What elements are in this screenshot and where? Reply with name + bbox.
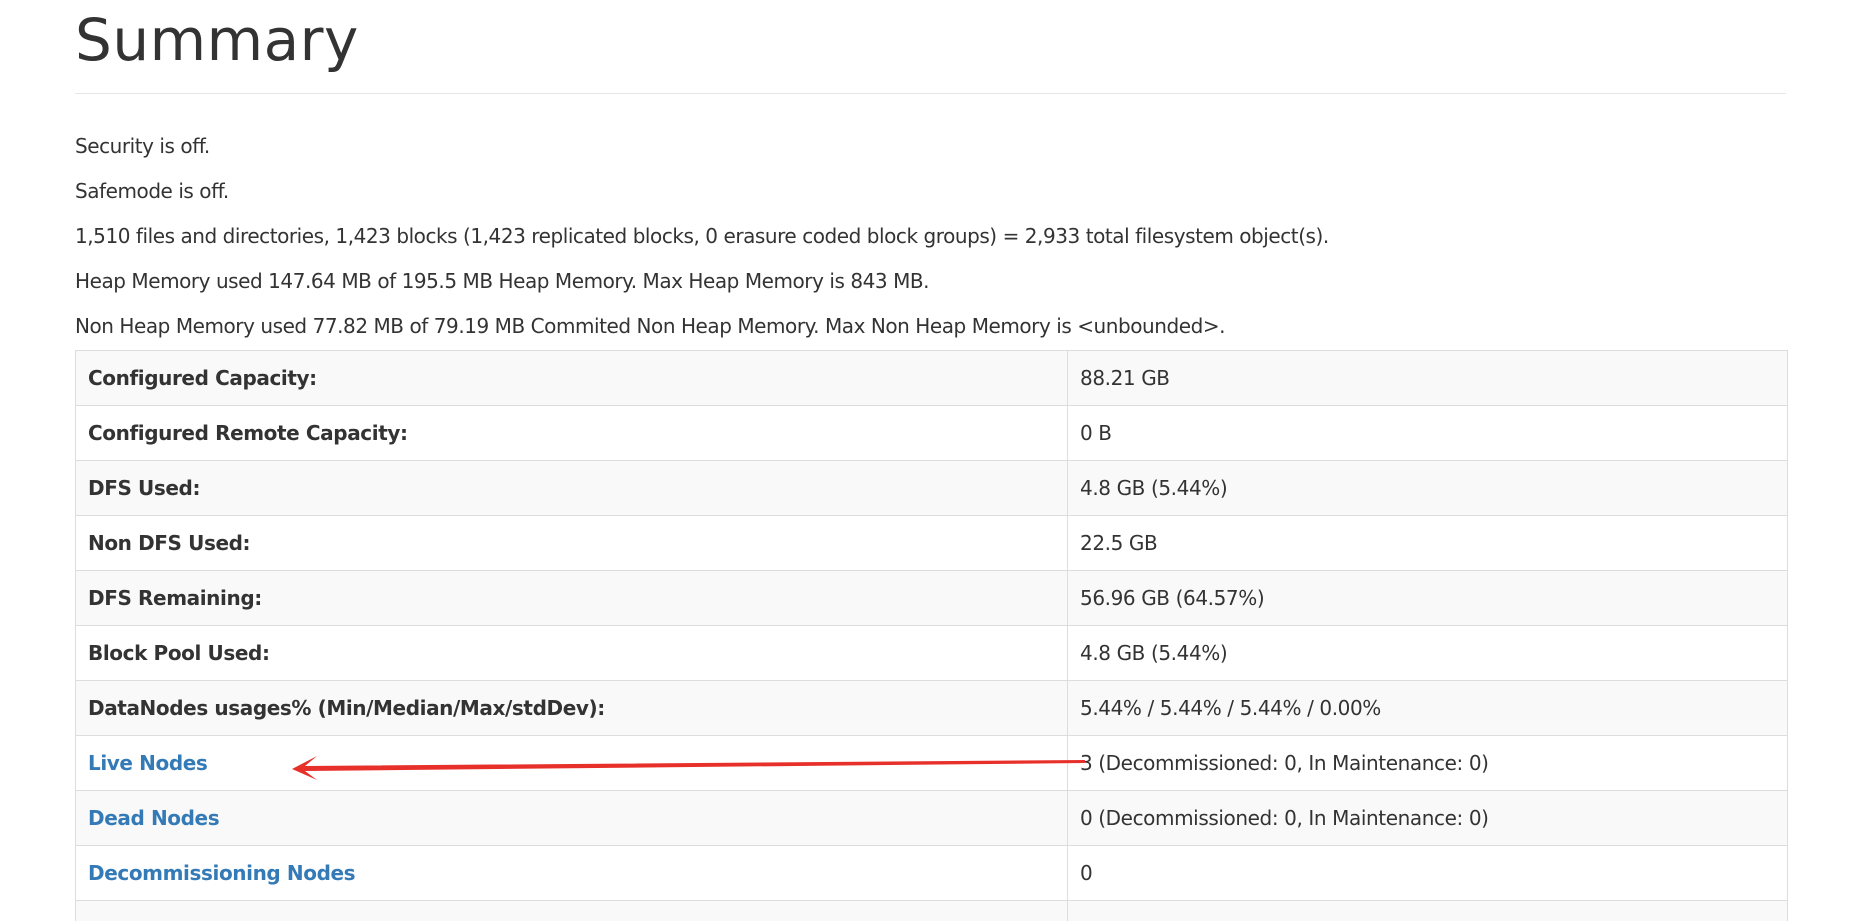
- table-row: Non DFS Used: 22.5 GB: [75, 515, 1788, 571]
- table-row: Decommissioning Nodes 0: [75, 845, 1788, 901]
- live-nodes-link[interactable]: Live Nodes: [75, 735, 1068, 791]
- security-status-text: Security is off.: [75, 134, 210, 158]
- table-row: Configured Remote Capacity: 0 B: [75, 405, 1788, 461]
- table-row: DFS Used: 4.8 GB (5.44%): [75, 460, 1788, 516]
- dfs-used-label: DFS Used:: [75, 460, 1068, 516]
- configured-capacity-label: Configured Capacity:: [75, 350, 1068, 406]
- filesystem-objects-text: 1,510 files and directories, 1,423 block…: [75, 224, 1329, 248]
- dfs-remaining-value: 56.96 GB (64.57%): [1067, 570, 1788, 626]
- table-row: DataNodes usages% (Min/Median/Max/stdDev…: [75, 680, 1788, 736]
- decommissioning-nodes-link[interactable]: Decommissioning Nodes: [75, 845, 1068, 901]
- table-row: Block Pool Used: 4.8 GB (5.44%): [75, 625, 1788, 681]
- title-divider: [75, 93, 1786, 94]
- table-row: Configured Capacity: 88.21 GB: [75, 350, 1788, 406]
- datanodes-usages-label: DataNodes usages% (Min/Median/Max/stdDev…: [75, 680, 1068, 736]
- non-heap-memory-text: Non Heap Memory used 77.82 MB of 79.19 M…: [75, 314, 1226, 338]
- summary-status-lines: Security is off. Safemode is off. 1,510 …: [75, 124, 1786, 349]
- configured-capacity-value: 88.21 GB: [1067, 350, 1788, 406]
- cut-off-row-label: [75, 900, 1068, 921]
- datanodes-usages-value: 5.44% / 5.44% / 5.44% / 0.00%: [1067, 680, 1788, 736]
- dead-nodes-link[interactable]: Dead Nodes: [75, 790, 1068, 846]
- table-row: Live Nodes 3 (Decommissioned: 0, In Main…: [75, 735, 1788, 791]
- page-title: Summary: [75, 6, 359, 74]
- table-row: DFS Remaining: 56.96 GB (64.57%): [75, 570, 1788, 626]
- heap-memory-text: Heap Memory used 147.64 MB of 195.5 MB H…: [75, 269, 930, 293]
- dead-nodes-value: 0 (Decommissioned: 0, In Maintenance: 0): [1067, 790, 1788, 846]
- live-nodes-value: 3 (Decommissioned: 0, In Maintenance: 0): [1067, 735, 1788, 791]
- configured-remote-capacity-label: Configured Remote Capacity:: [75, 405, 1068, 461]
- non-dfs-used-value: 22.5 GB: [1067, 515, 1788, 571]
- table-row: [75, 900, 1788, 921]
- dfs-used-value: 4.8 GB (5.44%): [1067, 460, 1788, 516]
- cut-off-row-value: [1067, 900, 1788, 921]
- decommissioning-nodes-value: 0: [1067, 845, 1788, 901]
- summary-table: Configured Capacity: 88.21 GB Configured…: [75, 350, 1788, 921]
- block-pool-used-label: Block Pool Used:: [75, 625, 1068, 681]
- safemode-status-text: Safemode is off.: [75, 179, 229, 203]
- dfs-remaining-label: DFS Remaining:: [75, 570, 1068, 626]
- block-pool-used-value: 4.8 GB (5.44%): [1067, 625, 1788, 681]
- table-row: Dead Nodes 0 (Decommissioned: 0, In Main…: [75, 790, 1788, 846]
- non-dfs-used-label: Non DFS Used:: [75, 515, 1068, 571]
- configured-remote-capacity-value: 0 B: [1067, 405, 1788, 461]
